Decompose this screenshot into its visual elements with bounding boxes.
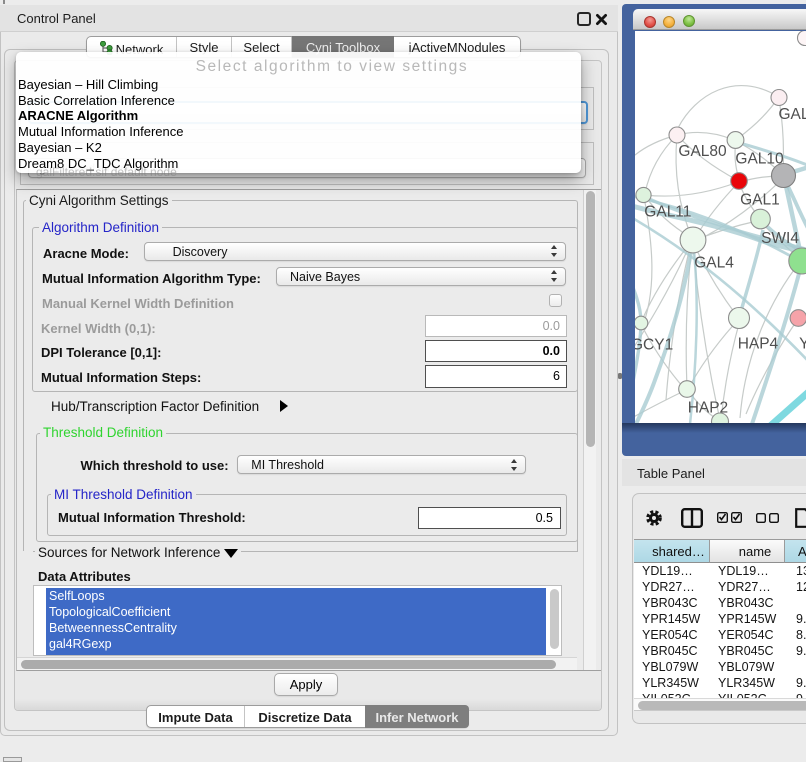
svg-text:GAL10: GAL10 [735,151,784,168]
svg-text:YJ: YJ [799,336,806,353]
svg-text:HAP4: HAP4 [738,336,779,353]
svg-text:GAL1: GAL1 [740,192,780,209]
svg-text:GAL7: GAL7 [779,106,806,123]
svg-text:GCY1: GCY1 [635,337,673,354]
svg-text:GAL4: GAL4 [694,255,734,272]
svg-text:GAL80: GAL80 [678,143,727,160]
svg-text:GAL11: GAL11 [644,204,691,221]
svg-text:HAP2: HAP2 [688,400,729,417]
svg-text:SWI4: SWI4 [761,230,799,247]
